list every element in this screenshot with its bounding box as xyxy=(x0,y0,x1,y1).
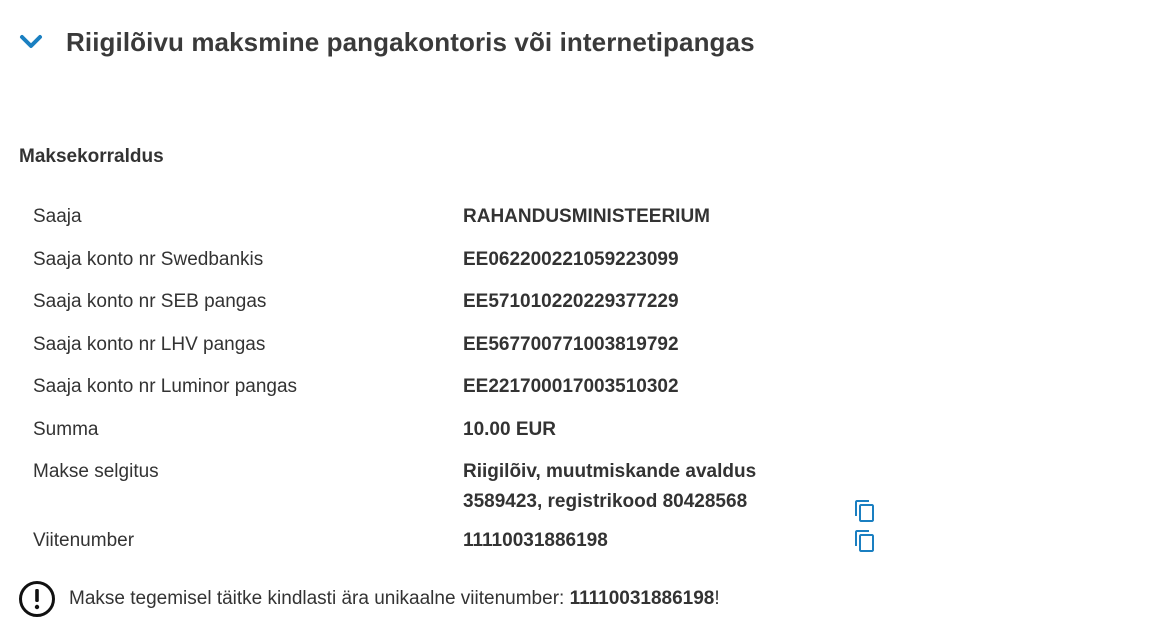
copy-icon xyxy=(855,530,874,552)
row-label: Saaja konto nr SEB pangas xyxy=(33,291,267,312)
row-value: Riigilõiv, muutmiskande avaldus 3589423,… xyxy=(463,451,853,520)
row-seb-account: Saaja konto nr SEB pangas EE571010220229… xyxy=(33,281,913,324)
row-value: EE571010220229377229 xyxy=(463,291,679,312)
row-label: Saaja konto nr LHV pangas xyxy=(33,333,266,355)
description-line-1: Riigilõiv, muutmiskande avaldus xyxy=(463,461,757,482)
row-value: EE567700771003819792 xyxy=(463,333,679,355)
row-swedbank-account: Saaja konto nr Swedbankis EE062200221059… xyxy=(33,239,913,282)
section-title: Riigilõivu maksmine pangakontoris või in… xyxy=(66,26,755,57)
row-label: Saaja konto nr Luminor pangas xyxy=(33,376,298,397)
exclamation-circle-icon xyxy=(18,580,56,618)
row-luminor-account: Saaja konto nr Luminor pangas EE22170001… xyxy=(33,366,913,409)
copy-reference-button[interactable] xyxy=(852,528,878,554)
chevron-down-icon xyxy=(18,29,44,55)
row-recipient: Saaja RAHANDUSMINISTEERIUM xyxy=(33,196,913,239)
notice-text: Makse tegemisel täitke kindlasti ära uni… xyxy=(69,588,720,610)
row-label: Viitenumber xyxy=(33,530,135,551)
row-amount: Summa 10.00 EUR xyxy=(33,409,913,452)
notice-reference-number: 11110031886198 xyxy=(569,588,715,609)
row-reference-number: Viitenumber 11110031886198 xyxy=(33,520,913,563)
row-label: Saaja konto nr Swedbankis xyxy=(33,248,264,270)
notice-text-before: Makse tegemisel täitke kindlasti ära uni… xyxy=(69,588,570,609)
row-description: Makse selgitus Riigilõiv, muutmiskande a… xyxy=(33,451,913,522)
row-label: Summa xyxy=(33,418,99,440)
row-label: Saaja xyxy=(33,206,82,227)
payment-order-heading: Maksekorraldus xyxy=(19,146,164,167)
payment-order-table: Saaja RAHANDUSMINISTEERIUM Saaja konto n… xyxy=(33,196,913,563)
row-value: EE221700017003510302 xyxy=(463,376,679,397)
row-lhv-account: Saaja konto nr LHV pangas EE567700771003… xyxy=(33,324,913,367)
reference-notice: Makse tegemisel täitke kindlasti ära uni… xyxy=(18,579,720,619)
row-value: 11110031886198 xyxy=(463,530,608,551)
row-label: Makse selgitus xyxy=(33,461,159,482)
row-value: 10.00 EUR xyxy=(463,418,556,440)
notice-text-after: ! xyxy=(714,588,720,609)
row-value: RAHANDUSMINISTEERIUM xyxy=(463,206,710,227)
description-line-2: 3589423, registrikood 80428568 xyxy=(463,490,748,512)
section-toggle[interactable]: Riigilõivu maksmine pangakontoris või in… xyxy=(18,20,755,64)
row-value: EE062200221059223099 xyxy=(463,248,679,270)
